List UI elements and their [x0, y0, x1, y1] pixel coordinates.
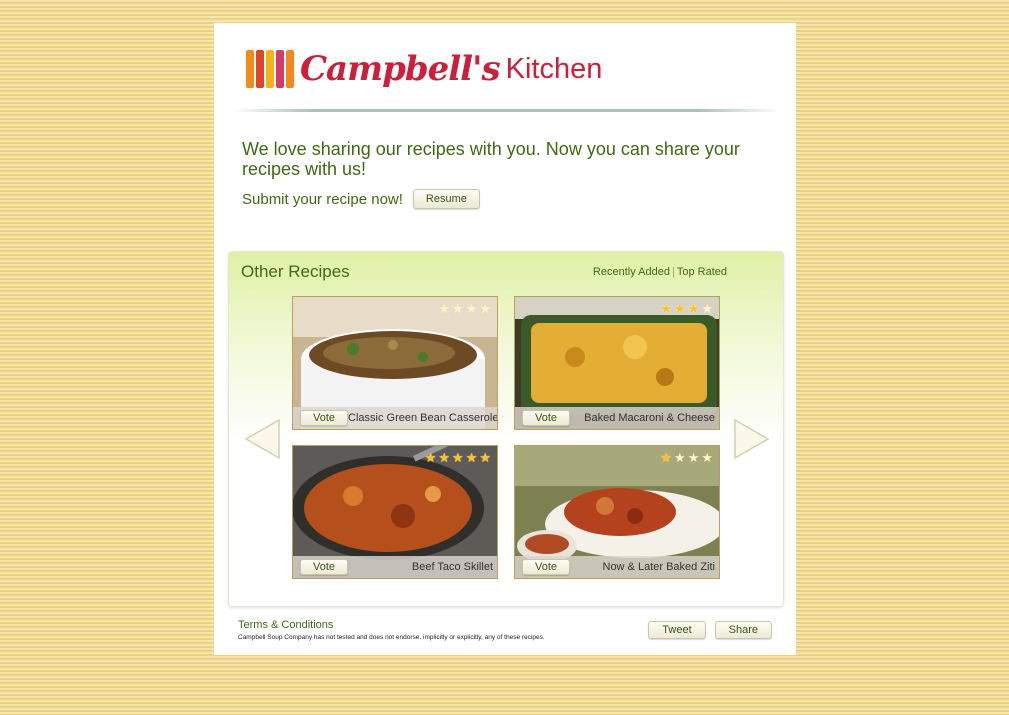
- rating-stars: ★ ★ ★ ★: [660, 450, 713, 466]
- utensils-logo-icon: [246, 50, 294, 88]
- star-icon[interactable]: ★: [674, 450, 686, 466]
- logo-mark-bar-3: [266, 50, 274, 88]
- recipe-card-bar: Vote Baked Macaroni & Cheese: [515, 407, 719, 429]
- logo-campbells-text: Campbell's: [300, 49, 501, 89]
- star-icon[interactable]: ★: [479, 301, 491, 317]
- right-arrow-icon[interactable]: [731, 418, 771, 460]
- star-icon[interactable]: ★: [466, 301, 478, 317]
- vote-button[interactable]: Vote: [300, 559, 349, 575]
- star-icon[interactable]: ★: [452, 301, 464, 317]
- share-button[interactable]: Share: [714, 621, 772, 639]
- star-icon[interactable]: ★: [438, 301, 450, 317]
- campbells-kitchen-logo[interactable]: Campbell's Kitchen: [246, 48, 602, 90]
- rating-stars: ★ ★ ★ ★ ★: [425, 450, 491, 466]
- logo-mark-bar-4: [276, 50, 284, 88]
- logo-mark-bar-1: [246, 50, 254, 88]
- logo-kitchen-text: Kitchen: [505, 52, 603, 85]
- other-recipes-box: Other Recipes Recently Added|Top Rated: [228, 251, 784, 607]
- top-rated-link[interactable]: Top Rated: [677, 266, 727, 278]
- vote-button[interactable]: Vote: [522, 559, 571, 575]
- star-icon[interactable]: ★: [688, 301, 700, 317]
- recipe-card[interactable]: ★ ★ ★ ★ Vote Classic Green Bean Casserole: [292, 296, 498, 430]
- star-icon[interactable]: ★: [466, 450, 478, 466]
- rating-stars: ★ ★ ★ ★: [438, 301, 491, 317]
- social-buttons: Tweet Share: [648, 621, 772, 639]
- submit-recipe-text: Submit your recipe now!: [242, 190, 403, 208]
- vote-button[interactable]: Vote: [522, 410, 571, 426]
- main-panel: Campbell's Kitchen We love sharing our r…: [214, 23, 796, 655]
- star-icon[interactable]: ★: [438, 450, 450, 466]
- star-icon[interactable]: ★: [660, 450, 672, 466]
- sort-links: Recently Added | Top Rated: [593, 266, 727, 278]
- star-icon[interactable]: ★: [688, 450, 700, 466]
- logo-mark-bar-5: [286, 50, 294, 88]
- star-icon[interactable]: ★: [701, 450, 713, 466]
- other-recipes-title: Other Recipes: [241, 262, 350, 281]
- header-divider: [232, 109, 780, 112]
- recipe-card-bar: Vote Now & Later Baked Ziti: [515, 556, 719, 578]
- recipe-card[interactable]: ★ ★ ★ ★ Vote Baked Macaroni & Cheese: [514, 296, 720, 430]
- recently-added-link[interactable]: Recently Added: [593, 266, 670, 278]
- star-icon[interactable]: ★: [479, 450, 491, 466]
- star-icon[interactable]: ★: [425, 450, 437, 466]
- rating-stars: ★ ★ ★ ★: [660, 301, 713, 317]
- vote-button[interactable]: Vote: [300, 410, 349, 426]
- recipe-name[interactable]: Now & Later Baked Ziti: [603, 561, 716, 573]
- star-icon[interactable]: ★: [674, 301, 686, 317]
- star-icon[interactable]: ★: [660, 301, 672, 317]
- recipe-name[interactable]: Baked Macaroni & Cheese: [584, 412, 715, 424]
- recipe-card-bar: Vote Classic Green Bean Casserole: [293, 407, 497, 429]
- tweet-button[interactable]: Tweet: [648, 621, 706, 639]
- recipe-card[interactable]: ★ ★ ★ ★ ★ Vote Beef Taco Skillet: [292, 445, 498, 579]
- terms-conditions-link[interactable]: Terms & Conditions: [238, 619, 333, 631]
- resume-button[interactable]: Resume: [412, 189, 480, 209]
- star-icon[interactable]: ★: [452, 450, 464, 466]
- recipe-name[interactable]: Beef Taco Skillet: [412, 561, 493, 573]
- recipe-name[interactable]: Classic Green Bean Casserole: [348, 412, 497, 424]
- logo-mark-bar-2: [256, 50, 264, 88]
- disclaimer-text: Campbell Soup Company has not tested and…: [238, 634, 545, 641]
- star-icon[interactable]: ★: [701, 301, 713, 317]
- intro-headline: We love sharing our recipes with you. No…: [242, 139, 740, 179]
- left-arrow-icon[interactable]: [243, 418, 283, 460]
- sort-separator: |: [671, 266, 675, 278]
- recipe-card-bar: Vote Beef Taco Skillet: [293, 556, 497, 578]
- recipe-card[interactable]: ★ ★ ★ ★ Vote Now & Later Baked Ziti: [514, 445, 720, 579]
- submit-row: Submit your recipe now! Resume: [242, 189, 480, 209]
